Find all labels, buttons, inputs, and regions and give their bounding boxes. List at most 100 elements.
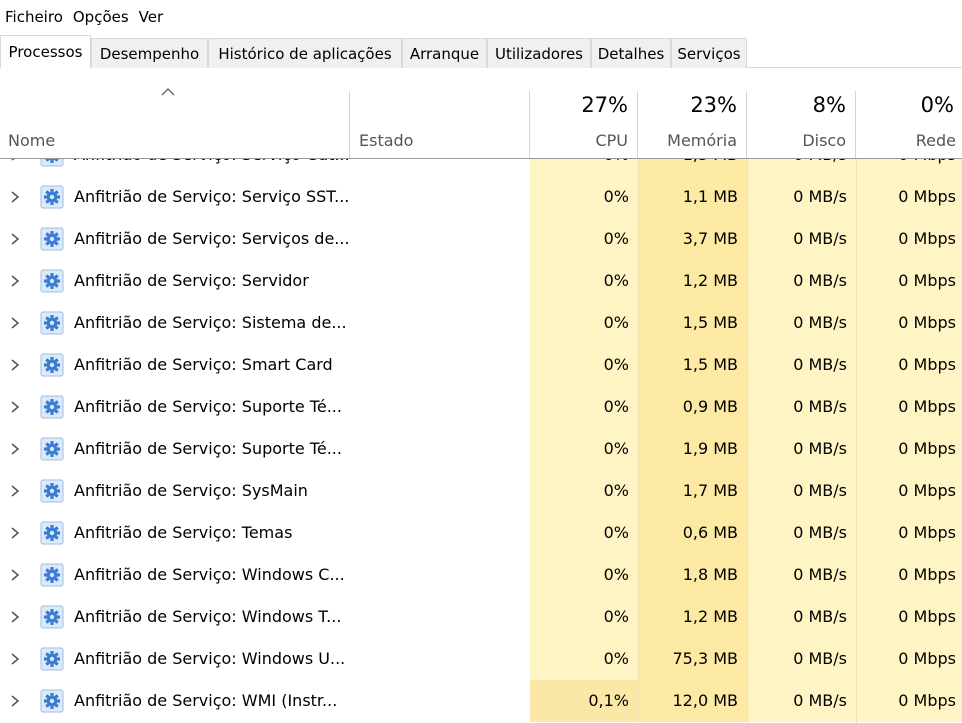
gear-icon <box>40 227 64 251</box>
column-header: Nome Estado 27% CPU 23% Memória 8% Disco… <box>0 69 962 159</box>
table-row[interactable]: Anfitrião de Serviço: Windows T... 0% 1,2 … <box>0 596 962 638</box>
process-name: Anfitrião de Serviço: WMI (Instr... <box>74 691 338 710</box>
chevron-right-icon[interactable] <box>10 485 20 497</box>
cpu-cell: 0,1% <box>530 680 638 722</box>
process-name-cell: Anfitrião de Serviço: Servidor <box>0 260 350 302</box>
table-row[interactable]: Anfitrião de Serviço: Serviços de... 0% 3,… <box>0 218 962 260</box>
chevron-right-icon[interactable] <box>10 569 20 581</box>
disk-cell: 0 MB/s <box>747 260 856 302</box>
tab-desempenho[interactable]: Desempenho <box>91 38 208 68</box>
process-list[interactable]: Anfitrião de Serviço: Serviço Gat...0%1,… <box>0 155 962 723</box>
memory-cell: 1,2 MB <box>638 260 747 302</box>
memory-cell: 1,8 MB <box>638 554 747 596</box>
memory-cell: 75,3 MB <box>638 638 747 680</box>
memory-cell: 1,2 MB <box>638 596 747 638</box>
network-cell: 0 Mbps <box>856 386 962 428</box>
process-name: Anfitrião de Serviço: Serviço SST... <box>74 187 350 206</box>
process-name: Anfitrião de Serviço: Windows U... <box>74 649 346 668</box>
tab-arranque[interactable]: Arranque <box>402 38 487 68</box>
cpu-cell: 0% <box>530 386 638 428</box>
table-row[interactable]: Anfitrião de Serviço: Sistema de... 0% 1,5… <box>0 302 962 344</box>
table-row[interactable]: Anfitrião de Serviço: Windows U... 0% 75,3… <box>0 638 962 680</box>
tab-servicos[interactable]: Serviços <box>671 38 747 68</box>
gear-icon <box>40 563 64 587</box>
process-name-cell: Anfitrião de Serviço: SysMain <box>0 470 350 512</box>
process-name-cell: Anfitrião de Serviço: WMI (Instr... <box>0 680 350 722</box>
disk-cell: 0 MB/s <box>747 344 856 386</box>
chevron-right-icon[interactable] <box>10 275 20 287</box>
chevron-right-icon[interactable] <box>10 527 20 539</box>
tab-strip: Processos Desempenho Histórico de aplica… <box>0 35 962 69</box>
process-name-cell: Anfitrião de Serviço: Serviço SST... <box>0 176 350 218</box>
process-name-cell: Anfitrião de Serviço: Windows U... <box>0 638 350 680</box>
sort-ascending-icon <box>161 88 175 96</box>
tab-utilizadores[interactable]: Utilizadores <box>487 38 591 68</box>
disk-cell: 0 MB/s <box>747 302 856 344</box>
gear-icon <box>40 185 64 209</box>
menu-ver[interactable]: Ver <box>134 0 169 34</box>
process-name: Anfitrião de Serviço: SysMain <box>74 481 308 500</box>
menu-ficheiro[interactable]: Ficheiro <box>0 0 68 34</box>
table-row[interactable]: Anfitrião de Serviço: SysMain 0% 1,7 MB 0 M… <box>0 470 962 512</box>
gear-icon <box>40 521 64 545</box>
cpu-cell: 0% <box>530 470 638 512</box>
memory-cell: 1,1 MB <box>638 176 747 218</box>
memory-cell: 1,9 MB <box>638 428 747 470</box>
memory-cell: 0,9 MB <box>638 386 747 428</box>
gear-icon <box>40 311 64 335</box>
chevron-right-icon[interactable] <box>10 233 20 245</box>
chevron-right-icon[interactable] <box>10 695 20 707</box>
table-row[interactable]: Anfitrião de Serviço: Suporte Té... 0% 0,9… <box>0 386 962 428</box>
process-name: Anfitrião de Serviço: Suporte Té... <box>74 439 342 458</box>
table-row[interactable]: Anfitrião de Serviço: Temas 0% 0,6 MB 0 MB/… <box>0 512 962 554</box>
process-name: Anfitrião de Serviço: Smart Card <box>74 355 333 374</box>
header-status[interactable]: Estado <box>350 69 530 158</box>
chevron-right-icon[interactable] <box>10 191 20 203</box>
gear-icon <box>40 395 64 419</box>
gear-icon <box>40 269 64 293</box>
network-total-percent: 0% <box>920 93 954 117</box>
disk-cell: 0 MB/s <box>747 218 856 260</box>
process-name: Anfitrião de Serviço: Temas <box>74 523 293 542</box>
network-cell: 0 Mbps <box>856 176 962 218</box>
header-disk[interactable]: 8% Disco <box>747 69 856 158</box>
header-name[interactable]: Nome <box>0 69 350 158</box>
disk-cell: 0 MB/s <box>747 428 856 470</box>
chevron-right-icon[interactable] <box>10 443 20 455</box>
process-name-cell: Anfitrião de Serviço: Serviços de... <box>0 218 350 260</box>
chevron-right-icon[interactable] <box>10 359 20 371</box>
cpu-cell: 0% <box>530 260 638 302</box>
menu-opcoes[interactable]: Opções <box>68 0 134 34</box>
header-status-label: Estado <box>359 131 414 150</box>
chevron-right-icon[interactable] <box>10 611 20 623</box>
chevron-right-icon[interactable] <box>10 401 20 413</box>
table-row[interactable]: Anfitrião de Serviço: Windows C... 0% 1,8 … <box>0 554 962 596</box>
cpu-cell: 0% <box>530 218 638 260</box>
menu-bar: Ficheiro Opções Ver <box>0 0 962 34</box>
memory-cell: 12,0 MB <box>638 680 747 722</box>
disk-cell: 0 MB/s <box>747 680 856 722</box>
gear-icon <box>40 647 64 671</box>
disk-cell: 0 MB/s <box>747 596 856 638</box>
tab-processos[interactable]: Processos <box>0 35 91 69</box>
header-memory[interactable]: 23% Memória <box>638 69 747 158</box>
header-cpu[interactable]: 27% CPU <box>530 69 638 158</box>
disk-cell: 0 MB/s <box>747 386 856 428</box>
tab-detalhes[interactable]: Detalhes <box>591 38 671 68</box>
table-row[interactable]: Anfitrião de Serviço: Serviço SST... 0% 1,… <box>0 176 962 218</box>
network-cell: 0 Mbps <box>856 512 962 554</box>
table-row[interactable]: Anfitrião de Serviço: Suporte Té... 0% 1,9… <box>0 428 962 470</box>
table-row[interactable]: Anfitrião de Serviço: WMI (Instr... 0,1% 1… <box>0 680 962 722</box>
table-row[interactable]: Anfitrião de Serviço: Smart Card 0% 1,5 MB… <box>0 344 962 386</box>
disk-cell: 0 MB/s <box>747 470 856 512</box>
column-divider <box>638 155 639 723</box>
disk-cell: 0 MB/s <box>747 554 856 596</box>
memory-total-percent: 23% <box>690 93 737 117</box>
cpu-cell: 0% <box>530 344 638 386</box>
memory-cell: 1,5 MB <box>638 344 747 386</box>
chevron-right-icon[interactable] <box>10 653 20 665</box>
chevron-right-icon[interactable] <box>10 317 20 329</box>
header-network[interactable]: 0% Rede <box>856 69 962 158</box>
tab-historico-aplicacoes[interactable]: Histórico de aplicações <box>208 38 402 68</box>
table-row[interactable]: Anfitrião de Serviço: Servidor 0% 1,2 MB 0 … <box>0 260 962 302</box>
